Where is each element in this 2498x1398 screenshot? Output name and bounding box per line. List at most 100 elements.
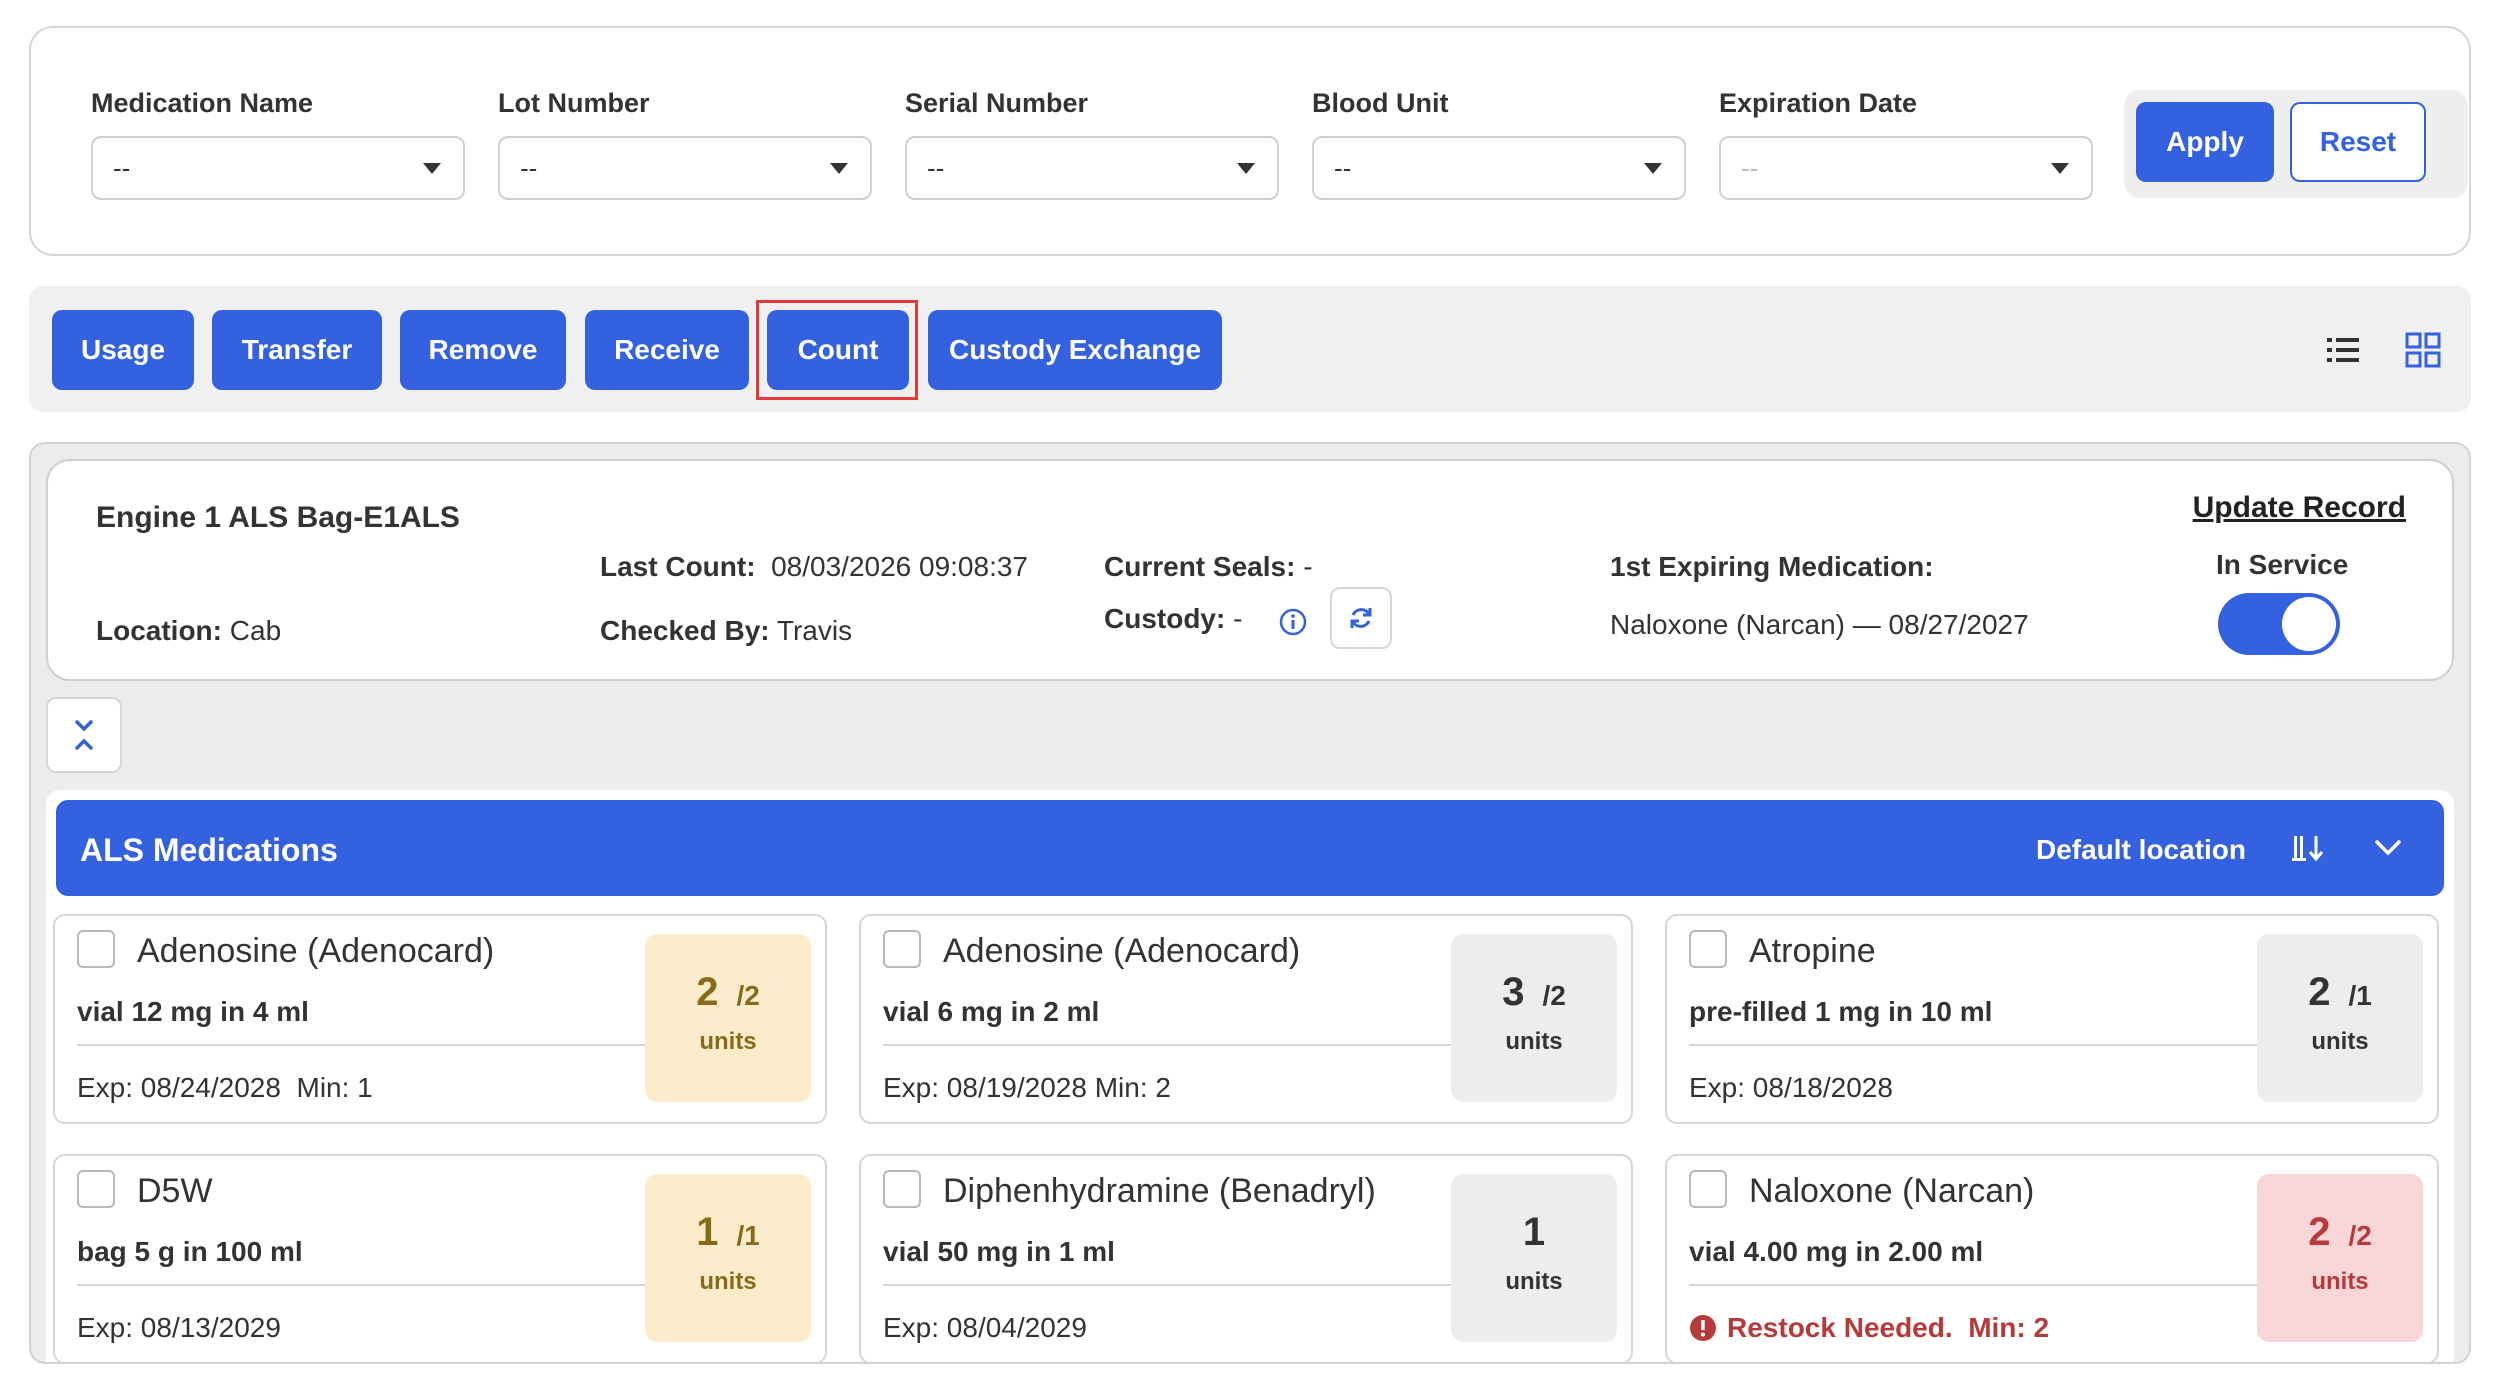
in-service-label: In Service	[2216, 549, 2349, 580]
medication-expiration: Exp: 08/04/2029	[883, 1312, 1087, 1343]
lot-number-select[interactable]: --	[498, 136, 872, 200]
remove-button[interactable]: Remove	[400, 310, 566, 390]
medication-expiration: Exp: 08/19/2028 Min: 2	[883, 1072, 1171, 1103]
medication-name: Atropine	[1749, 932, 1876, 970]
expiration-date-select[interactable]: --	[1719, 136, 2093, 200]
count-badge: 2/2 units	[645, 934, 811, 1102]
medication-card[interactable]: Adenosine (Adenocard) vial 12 mg in 4 ml…	[53, 914, 827, 1124]
count-badge: 2/2 units	[2257, 1174, 2423, 1342]
section-header[interactable]: ALS Medications Default location	[56, 800, 2444, 896]
filter-lot-number: Lot Number --	[498, 88, 872, 200]
transfer-button[interactable]: Transfer	[212, 310, 382, 390]
medication-description: vial 50 mg in 1 ml	[883, 1236, 1115, 1267]
medication-description: vial 6 mg in 2 ml	[883, 996, 1100, 1027]
select-value: --	[1741, 152, 1759, 183]
medication-checkbox[interactable]	[1689, 1170, 1727, 1208]
count-units: units	[1505, 1268, 1563, 1295]
divider	[1689, 1044, 2257, 1046]
filter-label: Expiration Date	[1719, 88, 1918, 118]
count-value: 2	[2308, 970, 2331, 1014]
restock-warning: Restock Needed. Min: 2	[1689, 1312, 2049, 1344]
collapse-all-button[interactable]	[46, 697, 122, 773]
expiring-label: 1st Expiring Medication:	[1610, 551, 1934, 582]
count-button[interactable]: Count	[767, 310, 909, 390]
medication-card[interactable]: D5W bag 5 g in 100 ml Exp: 08/13/2029 1/…	[53, 1154, 827, 1362]
count-value: 2	[2308, 1210, 2331, 1254]
count-badge: 3/2 units	[1451, 934, 1617, 1102]
filter-serial-number: Serial Number --	[905, 88, 1279, 200]
medication-description: bag 5 g in 100 ml	[77, 1236, 303, 1267]
als-medications-section: ALS Medications Default location Adenosi…	[46, 790, 2454, 1362]
serial-number-select[interactable]: --	[905, 136, 1279, 200]
medication-card[interactable]: Diphenhydramine (Benadryl) vial 50 mg in…	[859, 1154, 1633, 1362]
section-title: ALS Medications	[80, 832, 338, 868]
filter-actions: Apply Reset	[2124, 90, 2468, 198]
usage-button[interactable]: Usage	[52, 310, 194, 390]
count-units: units	[699, 1268, 757, 1295]
medication-expiration: Exp: 08/18/2028	[1689, 1072, 1893, 1103]
count-max: /2	[2348, 1220, 2372, 1251]
bag-last-count: Last Count: 08/03/2026 09:08:37	[600, 551, 1028, 583]
count-value: 1	[1522, 1210, 1546, 1254]
count-max: /1	[736, 1220, 760, 1251]
seals-value: -	[1303, 551, 1313, 582]
receive-button[interactable]: Receive	[585, 310, 749, 390]
medication-checkbox[interactable]	[1689, 930, 1727, 968]
count-badge: 1 units	[1451, 1174, 1617, 1342]
count-badge: 1/1 units	[645, 1174, 811, 1342]
filter-expiration-date: Expiration Date --	[1719, 88, 2093, 200]
apply-button[interactable]: Apply	[2136, 102, 2274, 182]
count-value: 3	[1502, 970, 1525, 1014]
medication-checkbox[interactable]	[883, 1170, 921, 1208]
medication-card[interactable]: Naloxone (Narcan) vial 4.00 mg in 2.00 m…	[1665, 1154, 2439, 1362]
caret-down-icon	[1644, 162, 1662, 174]
bag-detail-container: Engine 1 ALS Bag-E1ALS Location: Cab Las…	[29, 442, 2471, 1364]
update-record-link[interactable]: Update Record	[2193, 491, 2406, 525]
bag-custody: Custody: -	[1104, 603, 1242, 635]
toggle-knob	[2282, 597, 2336, 651]
sort-icon[interactable]	[2290, 830, 2326, 866]
medication-checkbox[interactable]	[883, 930, 921, 968]
list-view-icon[interactable]	[2323, 330, 2363, 370]
count-units: units	[2311, 1268, 2369, 1295]
medication-description: pre-filled 1 mg in 10 ml	[1689, 996, 1993, 1027]
count-units: units	[2311, 1028, 2369, 1055]
bag-location: Location: Cab	[96, 615, 281, 647]
refresh-custody-button[interactable]	[1330, 587, 1392, 649]
select-value: --	[520, 152, 538, 183]
action-bar: Usage Transfer Remove Receive Count Cust…	[29, 286, 2471, 412]
reset-button[interactable]: Reset	[2290, 102, 2426, 182]
divider	[77, 1044, 645, 1046]
medication-checkbox[interactable]	[77, 930, 115, 968]
location-label: Location:	[96, 615, 222, 646]
checked-by-value: Travis	[776, 615, 853, 646]
count-units: units	[699, 1028, 757, 1055]
last-count-label: Last Count:	[600, 551, 756, 582]
collapse-chevrons-icon	[75, 720, 93, 750]
info-icon[interactable]	[1278, 607, 1308, 637]
medication-card[interactable]: Atropine pre-filled 1 mg in 10 ml Exp: 0…	[1665, 914, 2439, 1124]
medication-name-select[interactable]: --	[91, 136, 465, 200]
count-max: /1	[2348, 980, 2372, 1011]
blood-unit-select[interactable]: --	[1312, 136, 1686, 200]
grid-view-icon[interactable]	[2403, 330, 2443, 370]
custody-exchange-button[interactable]: Custody Exchange	[928, 310, 1222, 390]
divider	[1689, 1284, 2257, 1286]
bag-title: Engine 1 ALS Bag-E1ALS	[96, 501, 460, 534]
first-expiring-value: Naloxone (Narcan) — 08/27/2027	[1610, 609, 2029, 640]
in-service-toggle[interactable]	[2218, 593, 2340, 655]
default-location-label[interactable]: Default location	[2036, 834, 2246, 866]
chevron-down-icon[interactable]	[2372, 832, 2404, 864]
filter-label: Medication Name	[91, 88, 314, 118]
medication-card[interactable]: Adenosine (Adenocard) vial 6 mg in 2 ml …	[859, 914, 1633, 1124]
medication-expiration: Exp: 08/13/2029	[77, 1312, 281, 1343]
count-max: /2	[736, 980, 760, 1011]
last-count-value: 08/03/2026 09:08:37	[771, 551, 1029, 582]
custody-label: Custody:	[1104, 603, 1226, 634]
bag-current-seals: Current Seals: -	[1104, 551, 1313, 583]
count-badge: 2/1 units	[2257, 934, 2423, 1102]
caret-down-icon	[423, 162, 441, 174]
medication-name: Diphenhydramine (Benadryl)	[943, 1172, 1376, 1210]
medication-checkbox[interactable]	[77, 1170, 115, 1208]
divider	[77, 1284, 645, 1286]
